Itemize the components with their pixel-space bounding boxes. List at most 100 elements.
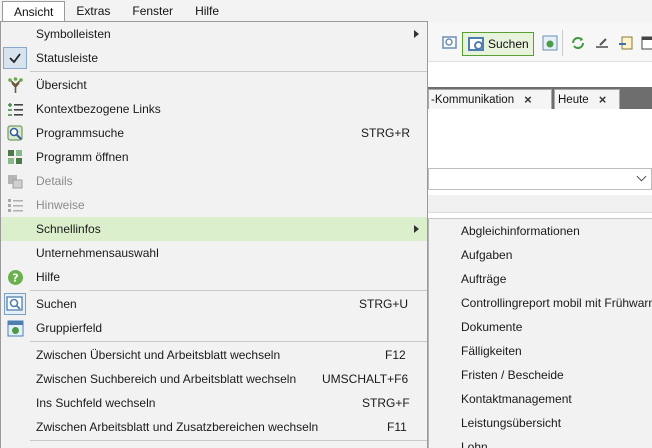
submenu-item-controllingreport[interactable]: Controllingreport mobil mit Frühwarn [429, 291, 652, 315]
sync-icon[interactable] [570, 35, 586, 51]
menu-item-label: Symbolleisten [36, 27, 111, 41]
menu-item-suchbereich-wechseln[interactable]: Zwischen Suchbereich und Arbeitsblatt we… [1, 367, 427, 391]
details-icon [7, 173, 24, 190]
submenu-item-abgleichinformationen[interactable]: Abgleichinformationen [429, 219, 652, 243]
menu-item-shortcut: F11 [387, 420, 407, 434]
menu-item-label: Programmsuche [36, 126, 125, 140]
menu-item-details: Details [1, 169, 427, 193]
submenu-item-label: Fälligkeiten [461, 344, 522, 358]
menu-item-label: Programm öffnen [36, 150, 129, 164]
tools-icon[interactable] [594, 35, 610, 51]
menu-item-unternehmensauswahl[interactable]: Unternehmensauswahl [1, 241, 427, 265]
menu-fenster[interactable]: Fenster [121, 1, 184, 21]
submenu-item-label: Controllingreport mobil mit Frühwarn [461, 296, 652, 310]
toolbar-separator [562, 30, 563, 56]
menu-item-label: Kontextbezogene Links [36, 102, 161, 116]
menu-hilfe[interactable]: Hilfe [184, 1, 230, 21]
submenu-item-lohn[interactable]: Lohn [429, 435, 652, 448]
menu-bar: Ansicht Extras Fenster Hilfe [0, 0, 652, 23]
menu-item-label: Hilfe [36, 270, 61, 284]
menu-item-label: Schnellinfos [36, 222, 101, 236]
search-window-icon [4, 293, 26, 315]
menu-item-uebersicht[interactable]: Übersicht [1, 73, 427, 97]
grid-open-icon [7, 149, 24, 166]
search-button[interactable]: Suchen [462, 32, 534, 56]
menu-item-shortcut: STRG+F [362, 396, 410, 410]
menu-item-shortcut: UMSCHALT+F6 [322, 372, 409, 386]
menu-item-gruppierfeld[interactable]: Gruppierfeld [1, 316, 427, 340]
submenu-item-auftraege[interactable]: Aufträge [429, 267, 652, 291]
submenu-arrow-icon [414, 30, 419, 38]
menu-item-symbolleisten[interactable]: Symbolleisten [1, 22, 427, 46]
menu-item-label: Zwischen Arbeitsblatt und Zusatzbereiche… [36, 420, 319, 434]
search-window-icon[interactable] [442, 35, 458, 51]
menu-item-shortcut: STRG+U [359, 297, 409, 311]
close-icon[interactable]: × [599, 92, 607, 107]
export-icon[interactable] [618, 35, 634, 51]
menu-ansicht[interactable]: Ansicht [2, 1, 66, 23]
menu-item-label: Unternehmensauswahl [36, 246, 159, 260]
close-icon[interactable]: × [524, 92, 532, 107]
worksheet-header [428, 195, 652, 213]
menu-item-zusatzbereiche-wechseln[interactable]: Zwischen Arbeitsblatt und Zusatzbereiche… [1, 415, 427, 439]
group-field-icon[interactable] [542, 35, 558, 51]
app-toolbar: Suchen [428, 22, 652, 62]
menu-divider [30, 71, 427, 72]
schnellinfos-submenu: Abgleichinformationen Aufgaben Aufträge … [428, 218, 652, 448]
tab-heute-label: Heute [558, 93, 589, 106]
svg-text:?: ? [12, 272, 18, 285]
menu-item-statusleiste[interactable]: Statusleiste [1, 46, 427, 70]
menu-divider [30, 440, 427, 441]
menu-item-label: Statusleiste [36, 51, 99, 65]
menu-item-label: Hinweise [36, 198, 85, 212]
tab-kommunikation[interactable]: -Kommunikation × [428, 89, 552, 109]
submenu-item-label: Lohn [461, 440, 488, 448]
tab-bar: -Kommunikation × Heute × [428, 87, 652, 109]
menu-item-hinweise: Hinweise [1, 193, 427, 217]
submenu-item-label: Fristen / Bescheide [461, 368, 564, 382]
menu-divider [30, 290, 427, 291]
submenu-item-kontaktmanagement[interactable]: Kontaktmanagement [429, 387, 652, 411]
chevron-down-icon [636, 171, 647, 182]
submenu-item-leistungsuebersicht[interactable]: Leistungsübersicht [429, 411, 652, 435]
menu-item-label: Gruppierfeld [36, 321, 103, 335]
submenu-item-faelligkeiten[interactable]: Fälligkeiten [429, 339, 652, 363]
notes-list-icon [7, 197, 24, 214]
menu-extras[interactable]: Extras [65, 1, 121, 21]
help-icon: ? [7, 269, 24, 286]
submenu-item-label: Dokumente [461, 320, 523, 334]
submenu-item-label: Abgleichinformationen [461, 224, 580, 238]
window-icon[interactable] [640, 35, 652, 51]
menu-item-suchfeld-wechseln[interactable]: Ins Suchfeld wechseln STRG+F [1, 391, 427, 415]
submenu-item-label: Aufträge [461, 272, 507, 286]
search-button-label: Suchen [488, 37, 529, 51]
menu-item-label: Übersicht [36, 78, 87, 92]
program-search-icon [7, 125, 24, 142]
submenu-item-label: Aufgaben [461, 248, 513, 262]
tab-heute[interactable]: Heute × [554, 89, 620, 109]
menu-item-label: Zwischen Suchbereich und Arbeitsblatt we… [36, 372, 297, 386]
submenu-item-fristen-bescheide[interactable]: Fristen / Bescheide [429, 363, 652, 387]
menu-item-shortcut: F12 [385, 348, 406, 362]
menu-item-label: Details [36, 174, 73, 188]
menu-item-programmsuche[interactable]: Programmsuche STRG+R [1, 121, 427, 145]
menu-divider [30, 341, 427, 342]
tree-icon [7, 77, 24, 94]
submenu-item-aufgaben[interactable]: Aufgaben [429, 243, 652, 267]
menu-item-label: Zwischen Übersicht und Arbeitsblatt wech… [36, 348, 281, 362]
search-icon [468, 37, 484, 51]
tab-kommunikation-label: -Kommunikation [431, 93, 515, 106]
menu-item-schnellinfos[interactable]: Schnellinfos [1, 217, 427, 241]
menu-item-hilfe[interactable]: ? Hilfe [1, 265, 427, 289]
submenu-item-dokumente[interactable]: Dokumente [429, 315, 652, 339]
menu-item-label: Ins Suchfeld wechseln [36, 396, 156, 410]
menu-item-suchen[interactable]: Suchen STRG+U [1, 292, 427, 316]
menu-item-kontextbezogene-links[interactable]: Kontextbezogene Links [1, 97, 427, 121]
checkmark-icon [3, 47, 27, 69]
submenu-arrow-icon [414, 225, 419, 233]
menu-item-uebersicht-wechseln[interactable]: Zwischen Übersicht und Arbeitsblatt wech… [1, 343, 427, 367]
menu-item-programm-oeffnen[interactable]: Programm öffnen [1, 145, 427, 169]
menu-item-label: Suchen [36, 297, 77, 311]
list-links-icon [7, 101, 24, 118]
worksheet-select[interactable] [428, 168, 652, 190]
